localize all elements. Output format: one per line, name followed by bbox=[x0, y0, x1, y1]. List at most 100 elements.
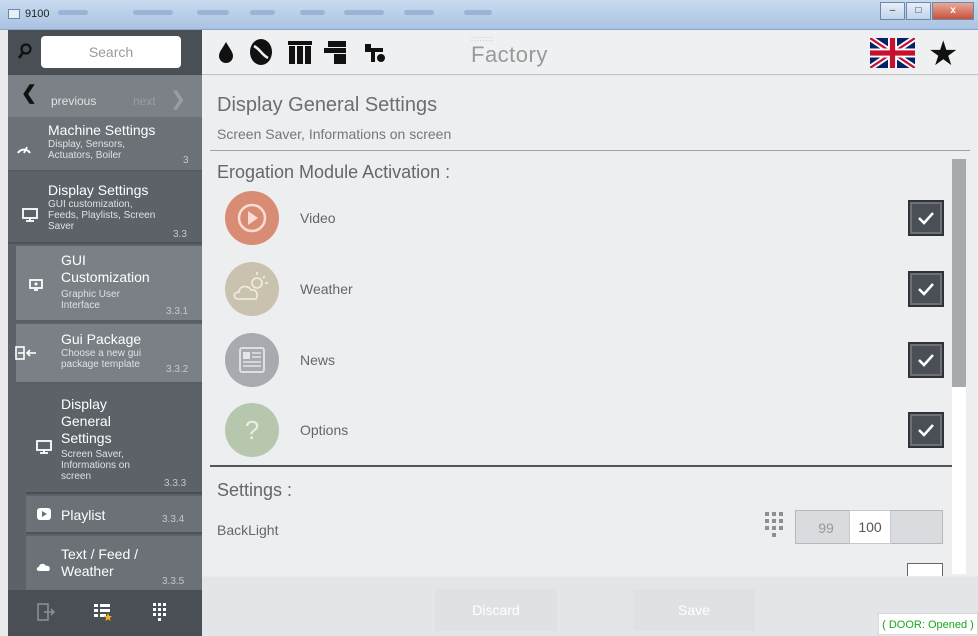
logout-icon[interactable] bbox=[36, 602, 56, 622]
module-row-weather: Weather bbox=[224, 261, 944, 317]
sidebar-item-subtitle: Actuators, Boiler bbox=[48, 150, 122, 161]
tools-icon[interactable] bbox=[361, 38, 389, 66]
sidebar-item-title: Display Settings bbox=[48, 182, 149, 198]
sidebar-item-number: 3.3.5 bbox=[162, 576, 185, 587]
sidebar-item-title: Weather bbox=[61, 563, 114, 579]
backlight-label: BackLight bbox=[217, 522, 279, 538]
weather-checkbox[interactable] bbox=[908, 271, 944, 307]
keypad-icon[interactable] bbox=[150, 602, 170, 622]
sidebar-item-gui-customization[interactable]: GUI Customization Graphic User Interface… bbox=[16, 246, 202, 322]
mode-label: Factory bbox=[471, 42, 548, 67]
bottom-action-bar: Discard Save ( DOOR: Opened ) bbox=[202, 577, 978, 636]
sidebar-footer bbox=[8, 590, 202, 636]
sidebar-item-number: 3.3.2 bbox=[166, 364, 189, 375]
gauge-icon bbox=[17, 146, 31, 154]
section-title: Settings : bbox=[217, 480, 293, 500]
search-icon[interactable] bbox=[18, 43, 32, 61]
scrollbar-thumb[interactable] bbox=[952, 159, 966, 387]
sidebar: Search ❮ previous next ❯ Machine Setting… bbox=[8, 30, 202, 636]
screen-icon bbox=[29, 279, 43, 291]
app-icon bbox=[8, 9, 20, 19]
close-button[interactable]: x bbox=[932, 2, 974, 20]
main-content: Display General Settings Screen Saver, I… bbox=[202, 76, 978, 576]
news-checkbox[interactable] bbox=[908, 342, 944, 378]
grinder-icon[interactable] bbox=[286, 38, 314, 66]
keypad-icon[interactable] bbox=[765, 512, 785, 542]
svg-text:?: ? bbox=[245, 415, 259, 445]
sidebar-item-subtitle: Screen Saver, bbox=[61, 449, 124, 460]
titlebar-blur bbox=[58, 10, 88, 15]
sidebar-item-gui-package[interactable]: Gui Package Choose a new gui package tem… bbox=[15, 324, 202, 384]
video-checkbox[interactable] bbox=[908, 200, 944, 236]
titlebar-blur bbox=[464, 10, 492, 15]
backlight-value[interactable]: 100 bbox=[849, 510, 891, 544]
scrollbar[interactable] bbox=[952, 159, 966, 574]
weather-icon bbox=[225, 262, 279, 316]
module-row-video: Video bbox=[224, 190, 944, 246]
sidebar-item-title: General bbox=[61, 413, 111, 429]
sidebar-item-title: Customization bbox=[61, 269, 150, 285]
main-header: :::::::: Factory ★ bbox=[202, 30, 978, 75]
favorites-list-icon[interactable] bbox=[93, 602, 113, 622]
sidebar-item-title: Playlist bbox=[61, 507, 106, 523]
sidebar-item-subtitle: Interface bbox=[61, 300, 100, 311]
news-icon bbox=[225, 333, 279, 387]
video-play-icon bbox=[225, 191, 279, 245]
module-row-options: ? Options bbox=[224, 402, 944, 458]
sidebar-item-title: Machine Settings bbox=[48, 122, 156, 138]
sidebar-item-subtitle: screen bbox=[61, 471, 92, 482]
module-label: Weather bbox=[300, 281, 353, 297]
uk-flag-icon[interactable] bbox=[870, 38, 915, 68]
titlebar-blur bbox=[404, 10, 434, 15]
sidebar-item-subtitle: package template bbox=[61, 359, 140, 370]
sidebar-item-number: 3.3.4 bbox=[162, 514, 185, 525]
next-button[interactable]: next bbox=[133, 94, 156, 108]
titlebar-blur bbox=[133, 10, 173, 15]
page-subtitle: Screen Saver, Informations on screen bbox=[217, 126, 452, 142]
sidebar-item-display-settings[interactable]: Display Settings GUI customization, Feed… bbox=[8, 174, 202, 244]
discard-button[interactable]: Discard bbox=[435, 589, 557, 631]
next-arrow-icon[interactable]: ❯ bbox=[170, 88, 186, 111]
search-input[interactable]: Search bbox=[41, 36, 181, 68]
package-import-icon bbox=[15, 346, 36, 360]
options-checkbox[interactable] bbox=[908, 412, 944, 448]
next-setting-checkbox[interactable] bbox=[907, 563, 943, 576]
sidebar-item-title: Text / Feed / bbox=[61, 546, 139, 562]
coffee-bean-icon[interactable] bbox=[247, 38, 275, 66]
check-icon bbox=[918, 283, 934, 296]
module-label: Video bbox=[300, 210, 336, 226]
titlebar-blur bbox=[197, 10, 229, 15]
backlight-previous-value[interactable]: 99 bbox=[806, 520, 846, 536]
minimize-button[interactable]: – bbox=[880, 2, 905, 20]
brew-group-icon[interactable] bbox=[322, 38, 350, 66]
sidebar-item-title: GUI bbox=[61, 252, 86, 268]
sidebar-item-subtitle: Choose a new gui bbox=[61, 348, 142, 359]
sidebar-item-text-feed-weather[interactable]: Text / Feed / Weather 3.3.5 bbox=[26, 536, 202, 590]
section-title: Erogation Module Activation : bbox=[217, 162, 451, 182]
divider bbox=[210, 465, 952, 467]
door-status: ( DOOR: Opened ) bbox=[878, 613, 978, 635]
previous-button[interactable]: previous bbox=[51, 94, 96, 108]
backlight-stepper[interactable]: 99 100 bbox=[795, 510, 943, 544]
module-row-news: News bbox=[224, 332, 944, 388]
save-button[interactable]: Save bbox=[633, 589, 755, 631]
sidebar-item-display-general-settings[interactable]: Display General Settings Screen Saver, I… bbox=[26, 386, 202, 494]
monitor-icon bbox=[36, 440, 52, 454]
star-icon[interactable]: ★ bbox=[928, 34, 958, 74]
sidebar-item-subtitle: Saver bbox=[48, 221, 75, 232]
divider bbox=[210, 150, 970, 151]
sidebar-item-machine-settings[interactable]: Machine Settings Display, Sensors, Actua… bbox=[8, 117, 202, 172]
water-drop-icon[interactable] bbox=[212, 38, 240, 66]
play-icon bbox=[37, 508, 51, 520]
sidebar-item-number: 3.3.1 bbox=[166, 306, 189, 317]
sidebar-item-title: Gui Package bbox=[61, 331, 142, 347]
sidebar-item-playlist[interactable]: Playlist 3.3.4 bbox=[26, 496, 202, 534]
window-title-bar: 9100 – □ x bbox=[0, 0, 978, 30]
module-label: Options bbox=[300, 422, 349, 438]
sidebar-item-title: Settings bbox=[61, 430, 112, 446]
sidebar-item-subtitle: Informations on bbox=[61, 460, 130, 471]
check-icon bbox=[918, 424, 934, 437]
nav-row: ❮ previous next ❯ bbox=[8, 75, 202, 117]
maximize-button[interactable]: □ bbox=[906, 2, 931, 20]
sidebar-item-number: 3.3 bbox=[173, 229, 187, 240]
